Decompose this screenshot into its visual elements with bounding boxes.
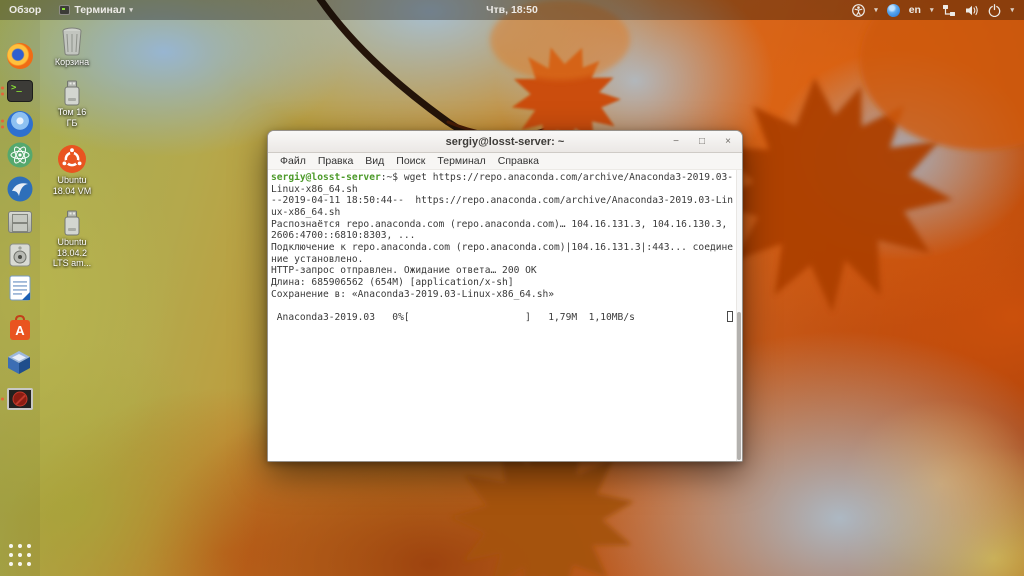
virtualbox-cube-icon <box>8 351 30 374</box>
speaker-icon <box>9 243 31 267</box>
terminal-line: Linux-x86_64.sh <box>271 183 358 195</box>
maximize-button[interactable]: □ <box>696 136 708 148</box>
keyboard-layout-menu[interactable]: en ▾ <box>909 0 934 20</box>
network-icon[interactable] <box>942 4 956 17</box>
atom-icon <box>7 142 33 168</box>
menu-view[interactable]: Вид <box>359 154 390 168</box>
terminal-cursor <box>727 311 733 322</box>
chevron-down-icon: ▾ <box>129 7 133 14</box>
terminal-line: Подключение к repo.anaconda.com (repo.an… <box>271 241 734 253</box>
desktop-icon-label: Ubuntu 18.04.2 LTS am... <box>52 237 92 268</box>
dock-item-firefox[interactable] <box>6 42 34 70</box>
clock[interactable]: Чтв, 18:50 <box>486 4 538 16</box>
software-bag-icon: A <box>10 314 30 340</box>
menu-terminal[interactable]: Терминал <box>431 154 491 168</box>
menu-search[interactable]: Поиск <box>390 154 431 168</box>
terminal-line: ние установлено. <box>271 253 364 265</box>
media-viewer-icon <box>7 388 33 410</box>
dock-item-atom[interactable] <box>6 141 34 169</box>
desktop-icon-ubuntu-vm[interactable]: Ubuntu 18.04 VM <box>40 144 104 196</box>
dock-item-ubuntu-software[interactable]: A <box>6 314 34 342</box>
trash-icon <box>62 27 82 56</box>
svg-text:A: A <box>15 323 25 338</box>
terminal-window: sergiy@losst-server: ~ − □ × Файл Правка… <box>267 130 743 462</box>
system-status-area: ▾ en ▾ ▾ <box>846 0 1020 20</box>
activities-overview-button[interactable]: Обзор <box>0 0 50 20</box>
chromium-icon <box>7 111 33 137</box>
thunderbird-icon <box>7 176 33 202</box>
terminal-app-icon <box>59 5 71 15</box>
dock-item-chromium[interactable] <box>1 110 34 138</box>
chevron-down-icon: ▾ <box>1010 7 1014 14</box>
running-indicator <box>1 86 4 96</box>
dock-item-thunderbird[interactable] <box>6 175 34 203</box>
desktop-icon-label: Корзина <box>54 57 90 67</box>
terminal-line: Сохранение в: «Anaconda3-2019.03-Linux-x… <box>271 288 555 300</box>
terminal-icon: >_ <box>7 80 33 102</box>
accessibility-menu[interactable]: ▾ <box>852 0 878 20</box>
window-menubar: Файл Правка Вид Поиск Терминал Справка <box>268 153 742 170</box>
top-bar: Обзор Терминал ▾ Чтв, 18:50 ▾ en ▾ ▾ <box>0 0 1024 20</box>
progress-line: Anaconda3-2019.03 0%[ ] 1,79M 1,10MB/s <box>271 311 635 323</box>
terminal-line: ux-x86_64.sh <box>271 206 341 218</box>
window-controls: − □ × <box>670 131 734 153</box>
overview-label: Обзор <box>9 4 42 16</box>
scrollbar-thumb[interactable] <box>737 312 741 460</box>
desktop-icon-trash[interactable]: Корзина <box>40 26 104 68</box>
prompt-user: sergiy@losst-server <box>271 172 381 183</box>
menu-file[interactable]: Файл <box>274 154 312 168</box>
running-indicator <box>1 119 4 129</box>
desktop-icon-label: Ubuntu 18.04 VM <box>52 175 92 196</box>
menu-help[interactable]: Справка <box>492 154 545 168</box>
file-cabinet-icon <box>8 211 32 233</box>
app-menu-terminal[interactable]: Терминал ▾ <box>50 0 142 20</box>
close-button[interactable]: × <box>722 136 734 148</box>
keyboard-layout-label: en <box>908 4 921 16</box>
power-menu[interactable]: ▾ <box>988 0 1014 20</box>
dock-item-rhythmbox[interactable] <box>6 241 34 269</box>
command-text: wget https://repo.anaconda.com/archive/A… <box>398 172 734 183</box>
terminal-line: --2019-04-11 18:50:44-- https://repo.ana… <box>271 195 734 207</box>
menu-edit[interactable]: Правка <box>312 154 359 168</box>
blue-app-status-icon[interactable] <box>886 3 900 17</box>
terminal-line: HTTP-запрос отправлен. Ожидание ответа… … <box>271 265 537 277</box>
terminal-scrollbar[interactable] <box>736 170 742 461</box>
terminal-output[interactable]: sergiy@losst-server:~$ wget https://repo… <box>268 170 742 461</box>
prompt-path: :~$ <box>380 172 399 183</box>
usb-drive-icon <box>64 210 80 236</box>
dock-item-libreoffice-writer[interactable] <box>6 274 34 302</box>
terminal-line: 2606:4700::6810:8303, ... <box>271 230 416 242</box>
dock-item-virtualbox[interactable] <box>6 349 34 377</box>
firefox-icon <box>7 43 33 69</box>
power-icon <box>989 3 1001 17</box>
ubuntu-logo-icon <box>58 145 86 173</box>
running-indicator <box>1 397 4 401</box>
chevron-down-icon: ▾ <box>874 7 878 14</box>
terminal-line: Длина: 685906562 (654M) [application/x-s… <box>271 276 514 288</box>
accessibility-icon <box>852 3 866 17</box>
minimize-button[interactable]: − <box>670 136 682 148</box>
show-applications-button[interactable] <box>7 542 33 568</box>
dock: >_ A <box>0 20 40 576</box>
desktop-icon-volume-16gb[interactable]: Том 16 ГБ <box>40 80 104 128</box>
dock-item-media-viewer[interactable] <box>1 385 34 413</box>
desktop-icon-ubuntu-lts-drive[interactable]: Ubuntu 18.04.2 LTS am... <box>40 210 104 269</box>
terminal-line: Распознаётся repo.anaconda.com (repo.ana… <box>271 218 728 230</box>
window-titlebar[interactable]: sergiy@losst-server: ~ − □ × <box>268 131 742 153</box>
desktop-icon-label: Том 16 ГБ <box>57 107 87 128</box>
volume-icon[interactable] <box>965 4 979 17</box>
usb-drive-icon <box>64 80 80 106</box>
prompt-line: sergiy@losst-server:~$ wget https://repo… <box>271 172 734 184</box>
dock-item-terminal[interactable]: >_ <box>1 77 34 105</box>
branch <box>316 0 496 146</box>
chevron-down-icon: ▾ <box>929 7 934 14</box>
writer-document-icon <box>9 275 31 301</box>
app-menu-label: Терминал <box>74 4 126 16</box>
dock-item-files[interactable] <box>6 208 34 236</box>
